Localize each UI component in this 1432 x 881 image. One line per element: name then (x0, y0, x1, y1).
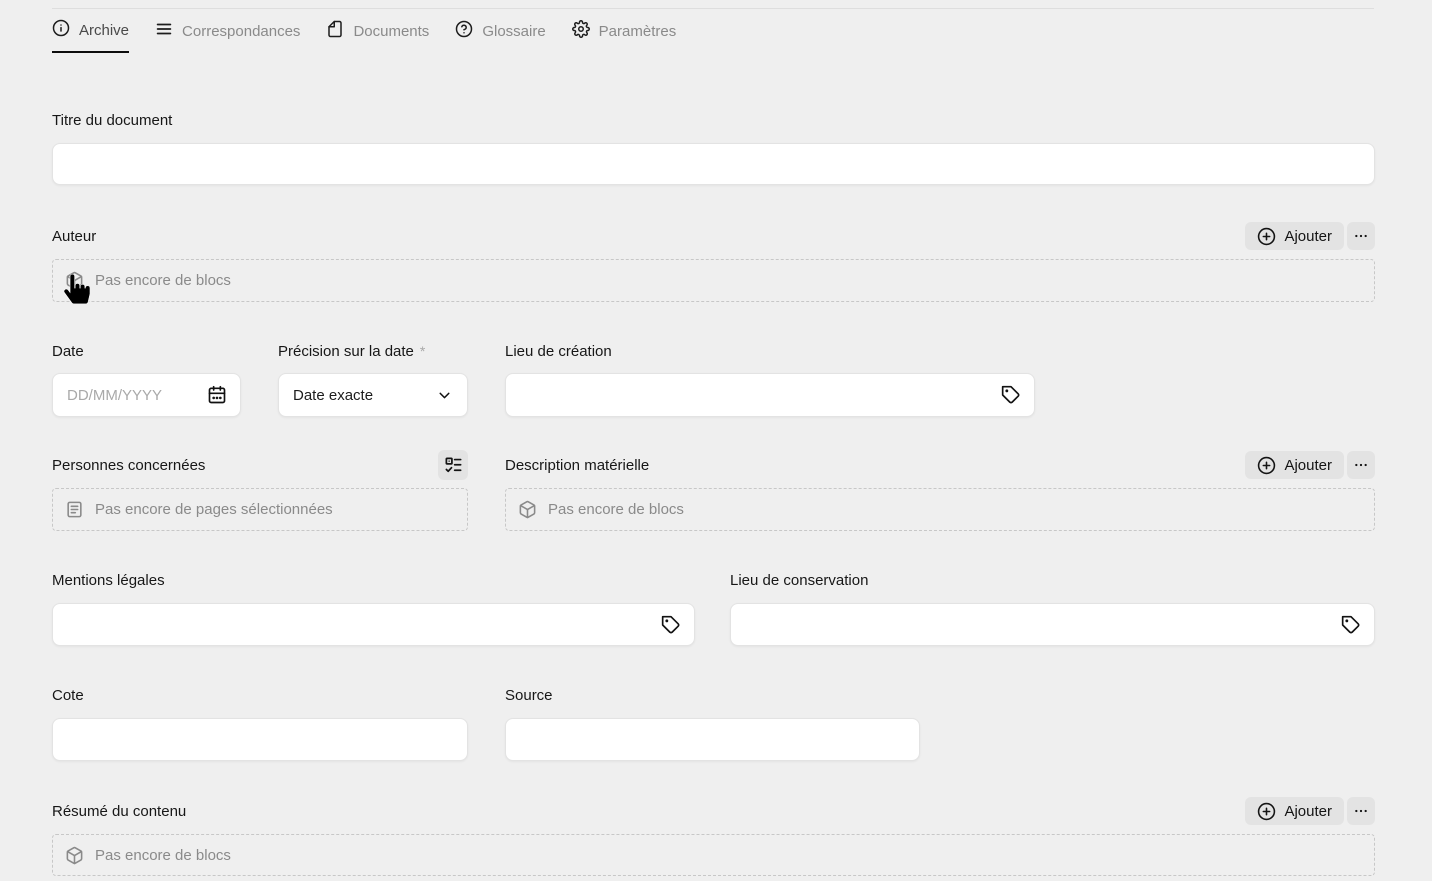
titre-input-wrap (52, 143, 1375, 185)
conservation-label: Lieu de conservation (730, 572, 868, 589)
resume-empty-block[interactable]: Pas encore de blocs (52, 834, 1375, 876)
add-button-label: Ajouter (1284, 228, 1332, 245)
tab-label: Correspondances (182, 23, 300, 40)
date-input[interactable] (53, 374, 207, 416)
gear-icon (572, 20, 590, 42)
page-icon (65, 500, 84, 519)
auteur-label: Auteur (52, 228, 96, 245)
description-header: Description matérielle Ajouter (505, 450, 1375, 480)
tab-label: Archive (79, 22, 129, 39)
plus-circle-icon (1257, 227, 1276, 246)
lieu-creation-label: Lieu de création (505, 343, 612, 360)
file-icon (326, 20, 344, 42)
add-button-label: Ajouter (1284, 457, 1332, 474)
description-more-button[interactable] (1347, 451, 1375, 479)
source-input-wrap (505, 718, 920, 761)
required-asterisk: * (420, 343, 425, 359)
resume-header: Résumé du contenu Ajouter (52, 797, 1375, 825)
description-empty-text: Pas encore de blocs (548, 501, 684, 518)
precision-date-selected-value: Date exacte (293, 387, 373, 404)
box-icon (518, 500, 537, 519)
auteur-empty-block[interactable]: Pas encore de blocs (52, 259, 1375, 302)
ellipsis-icon (1353, 457, 1369, 473)
cote-input[interactable] (53, 719, 467, 760)
date-input-wrap (52, 373, 241, 417)
mentions-label: Mentions légales (52, 572, 165, 589)
personnes-header: Personnes concernées (52, 450, 468, 480)
personnes-empty-text: Pas encore de pages sélectionnées (95, 501, 333, 518)
titre-input[interactable] (53, 144, 1374, 184)
description-add-button[interactable]: Ajouter (1245, 451, 1344, 479)
tab-bar: Archive Correspondances Documents Glossa… (52, 19, 676, 53)
resume-more-button[interactable] (1347, 797, 1375, 825)
mentions-input[interactable] (53, 604, 661, 645)
plus-circle-icon (1257, 802, 1276, 821)
help-icon (455, 20, 473, 42)
tab-glossaire[interactable]: Glossaire (455, 19, 545, 53)
box-icon (65, 271, 84, 290)
cote-label: Cote (52, 687, 84, 704)
resume-label: Résumé du contenu (52, 803, 186, 820)
tab-label: Paramètres (599, 23, 677, 40)
tab-documents[interactable]: Documents (326, 19, 429, 53)
tab-correspondances[interactable]: Correspondances (155, 19, 300, 53)
personnes-label: Personnes concernées (52, 457, 205, 474)
cote-input-wrap (52, 718, 468, 761)
top-divider (52, 8, 1374, 9)
precision-date-label-text: Précision sur la date (278, 343, 414, 360)
tag-icon (1001, 385, 1021, 405)
tab-label: Glossaire (482, 23, 545, 40)
source-input[interactable] (506, 719, 919, 760)
info-icon (52, 19, 70, 41)
precision-date-select[interactable]: Date exacte (278, 373, 468, 417)
box-icon (65, 846, 84, 865)
lieu-creation-input[interactable] (506, 374, 1001, 416)
auteur-more-button[interactable] (1347, 222, 1375, 250)
mentions-input-wrap (52, 603, 695, 646)
source-label: Source (505, 687, 553, 704)
auteur-add-button[interactable]: Ajouter (1245, 222, 1344, 250)
conservation-input[interactable] (731, 604, 1341, 645)
tag-icon (1341, 615, 1361, 635)
ellipsis-icon (1353, 803, 1369, 819)
personnes-empty-block[interactable]: Pas encore de pages sélectionnées (52, 488, 468, 531)
tag-icon (661, 615, 681, 635)
calendar-icon[interactable] (207, 385, 227, 405)
description-empty-block[interactable]: Pas encore de blocs (505, 488, 1375, 531)
description-label: Description matérielle (505, 457, 649, 474)
tab-archive[interactable]: Archive (52, 19, 129, 53)
resume-actions: Ajouter (1245, 797, 1375, 825)
description-actions: Ajouter (1245, 451, 1375, 479)
lieu-creation-input-wrap (505, 373, 1035, 417)
resume-empty-text: Pas encore de blocs (95, 847, 231, 864)
date-label: Date (52, 343, 84, 360)
add-button-label: Ajouter (1284, 803, 1332, 820)
conservation-input-wrap (730, 603, 1375, 646)
personnes-select-pages-button[interactable] (438, 450, 468, 480)
menu-icon (155, 20, 173, 42)
auteur-actions: Ajouter (1245, 222, 1375, 250)
checklist-icon (444, 456, 463, 475)
chevron-down-icon (436, 387, 453, 404)
auteur-header: Auteur Ajouter (52, 222, 1375, 250)
tab-parametres[interactable]: Paramètres (572, 19, 677, 53)
precision-date-label: Précision sur la date * (278, 343, 425, 360)
plus-circle-icon (1257, 456, 1276, 475)
resume-add-button[interactable]: Ajouter (1245, 797, 1344, 825)
titre-label: Titre du document (52, 112, 172, 129)
ellipsis-icon (1353, 228, 1369, 244)
tab-label: Documents (353, 23, 429, 40)
auteur-empty-text: Pas encore de blocs (95, 272, 231, 289)
